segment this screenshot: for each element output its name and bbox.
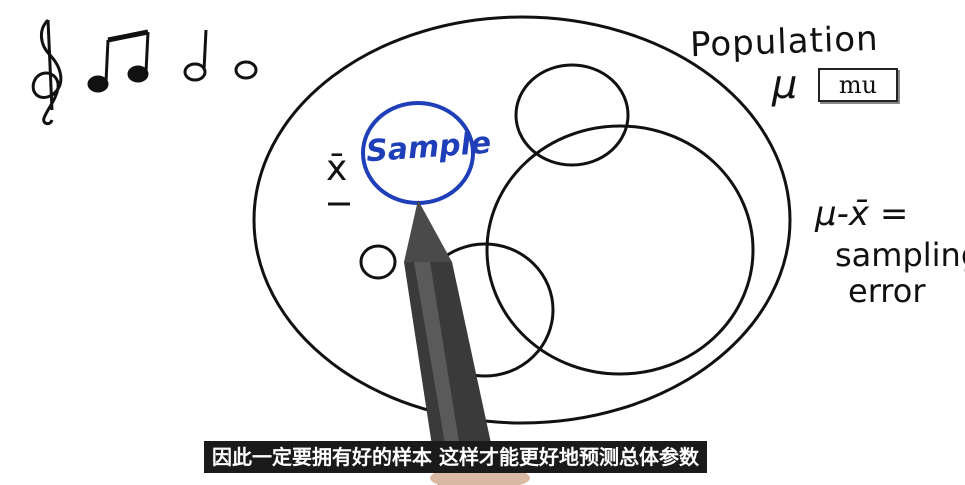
whole-note-icon <box>234 60 258 80</box>
half-note-icon <box>183 29 208 82</box>
treble-clef-icon <box>31 18 63 126</box>
large-inner-circle <box>485 124 755 376</box>
mu-box: mu <box>818 68 898 102</box>
population-ellipse <box>252 15 792 425</box>
formula-label: μ-x̄ = <box>815 194 909 234</box>
xbar-label: x̄ <box>326 148 348 189</box>
tiny-circle <box>359 244 397 280</box>
small-circle-top <box>514 63 630 167</box>
error-label: error <box>848 272 926 310</box>
mu-symbol: μ <box>772 62 798 108</box>
population-label: Population <box>689 18 880 66</box>
subtitle-caption: 因此一定要拥有好的样本 这样才能更好地预测总体参数 <box>204 441 707 473</box>
sampling-label: sampling <box>835 236 965 274</box>
eighth-notes-icon <box>87 29 150 93</box>
